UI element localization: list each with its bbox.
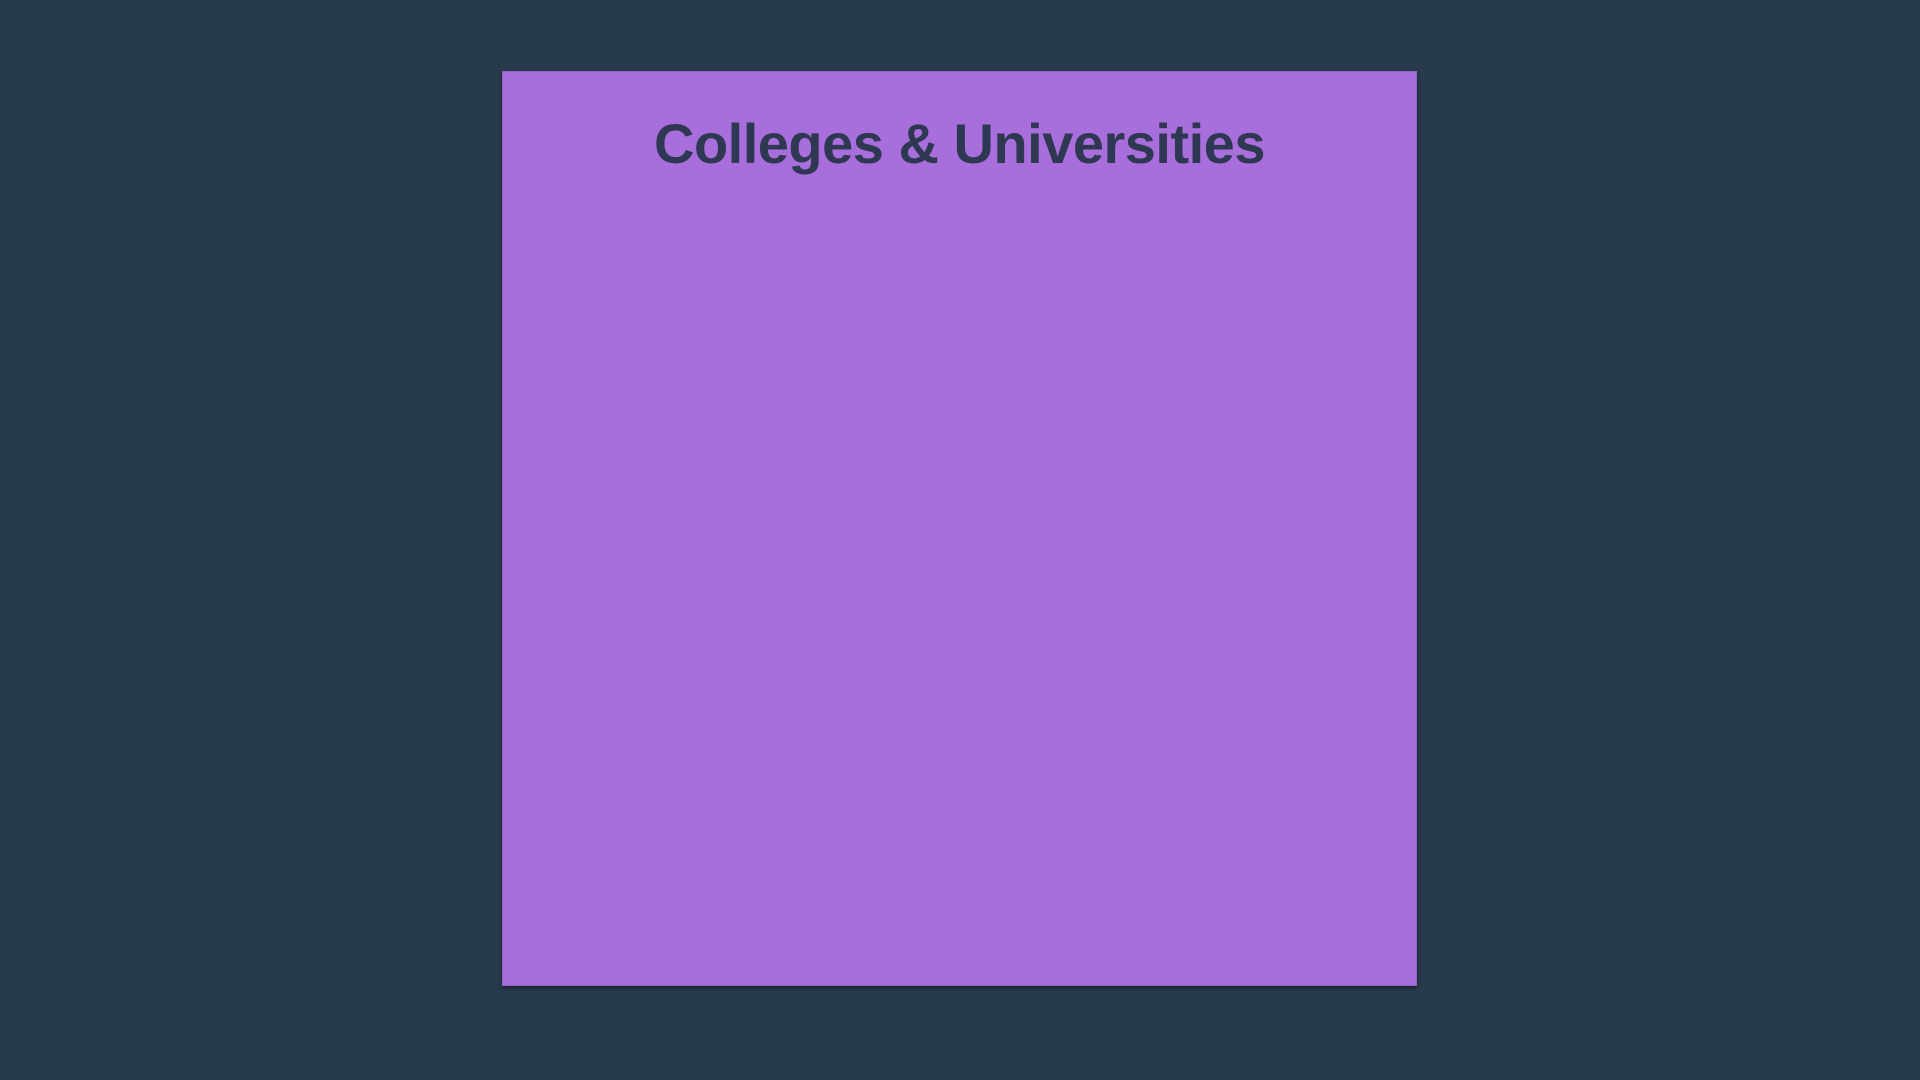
card-title: Colleges & Universities [654, 112, 1265, 175]
app-canvas: Colleges & Universities [0, 0, 1920, 1080]
category-card[interactable]: Colleges & Universities [502, 71, 1417, 986]
